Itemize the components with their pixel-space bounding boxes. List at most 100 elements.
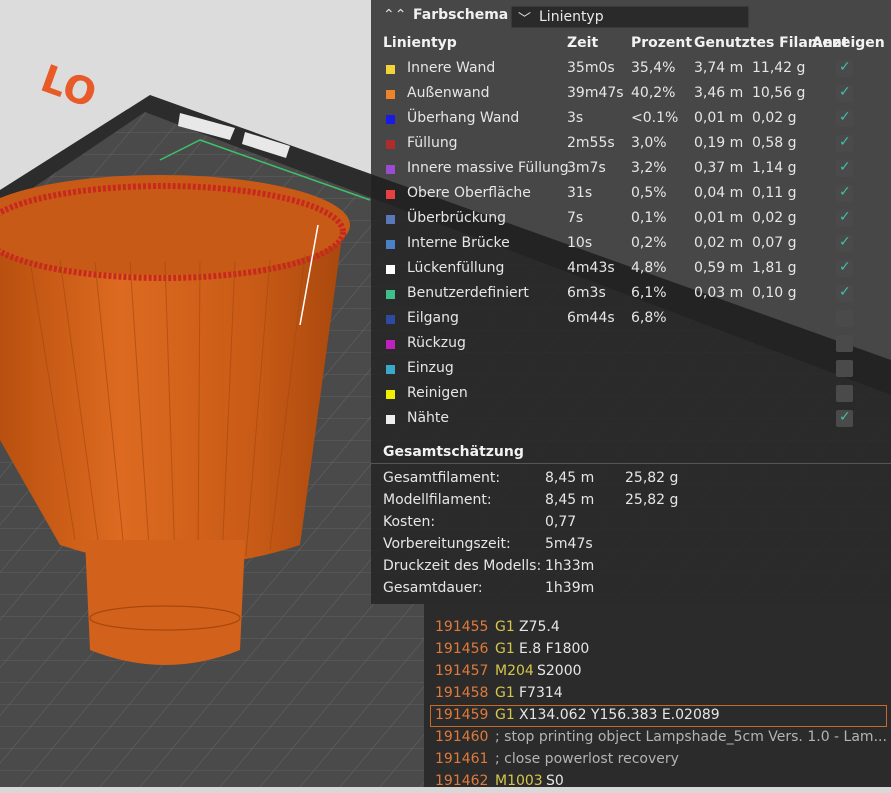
check-icon: ✓ (839, 184, 851, 200)
gcode-line[interactable]: 191456 G1 E.8 F1800 (424, 639, 891, 661)
line-number: 191460 (435, 729, 489, 745)
percent-value: 40,2% (631, 85, 676, 101)
summary-title: Gesamtschätzung (383, 444, 524, 460)
gcode-arguments: X134.062 Y156.383 E.02089 (519, 707, 720, 723)
gcode-viewer[interactable]: 191455 G1 Z75.4 191456 G1 E.8 F1800 191457 M204… (424, 604, 891, 789)
summary-row: Druckzeit des Modells: 1h33m (371, 558, 891, 580)
line-number: 191459 (435, 707, 489, 723)
filament-grams: 0,02 g (752, 210, 797, 226)
gcode-line-selected[interactable]: 191459 G1 X134.062 Y156.383 E.02089 (430, 705, 887, 727)
show-checkbox[interactable]: ✓ (836, 360, 853, 377)
gcode-command: M204 (495, 663, 534, 679)
summary-label: Kosten: (383, 514, 436, 530)
line-number: 191456 (435, 641, 489, 657)
line-number: 191461 (435, 751, 489, 767)
show-checkbox[interactable]: ✓ (836, 184, 853, 202)
gcode-command: G1 (495, 707, 515, 723)
legend-row: Reinigen ✓ (371, 382, 891, 407)
percent-value: 0,1% (631, 210, 667, 226)
filament-meters: 0,01 m (694, 210, 744, 226)
time-value: 2m55s (567, 135, 615, 151)
show-checkbox[interactable]: ✓ (836, 234, 853, 252)
legend-panel: ⌃⌃ Farbschema ﹀ Linientyp Linientyp Zeit… (371, 0, 891, 604)
gcode-line[interactable]: 191457 M204 S2000 (424, 661, 891, 683)
gcode-line[interactable]: 191462 M1003 S0 (424, 771, 891, 793)
line-type-name: Innere massive Füllung (407, 160, 569, 176)
line-type-name: Obere Oberfläche (407, 185, 531, 201)
summary-value: 1h39m (545, 580, 595, 596)
show-checkbox[interactable]: ✓ (836, 284, 853, 302)
check-icon: ✓ (839, 234, 851, 250)
gcode-arguments: ; close powerlost recovery (495, 751, 679, 767)
legend-row: Lückenfüllung 4m43s 4,8% 0,59 m 1,81 g ✓ (371, 257, 891, 282)
percent-value: 35,4% (631, 60, 676, 76)
filament-meters: 0,02 m (694, 235, 744, 251)
percent-value: 6,8% (631, 310, 667, 326)
show-checkbox[interactable]: ✓ (836, 335, 853, 352)
line-type-name: Rückzug (407, 335, 466, 351)
show-checkbox[interactable]: ✓ (836, 259, 853, 277)
filament-meters: 0,03 m (694, 285, 744, 301)
color-swatch (386, 215, 395, 224)
gcode-line[interactable]: 191460 ; stop printing object Lampshade_5… (424, 727, 891, 749)
gcode-command: G1 (495, 641, 515, 657)
filament-grams: 10,56 g (752, 85, 806, 101)
check-icon: ✓ (839, 59, 851, 75)
gcode-line[interactable]: 191461 ; close powerlost recovery (424, 749, 891, 771)
time-value: 3m7s (567, 160, 606, 176)
legend-row: Innere Wand 35m0s 35,4% 3,74 m 11,42 g ✓ (371, 57, 891, 82)
legend-row: Benutzerdefiniert 6m3s 6,1% 0,03 m 0,10 g ✓ (371, 282, 891, 307)
legend-title: Farbschema (413, 7, 509, 23)
line-type-name: Außenwand (407, 85, 490, 101)
color-swatch (386, 90, 395, 99)
summary-label: Gesamtdauer: (383, 580, 483, 596)
time-value: 3s (567, 110, 584, 126)
time-value: 35m0s (567, 60, 615, 76)
show-checkbox[interactable]: ✓ (836, 209, 853, 227)
show-checkbox[interactable]: ✓ (836, 385, 853, 402)
gcode-line[interactable]: 191458 G1 F7314 (424, 683, 891, 705)
show-checkbox[interactable]: ✓ (836, 109, 853, 127)
time-value: 39m47s (567, 85, 624, 101)
check-icon: ✓ (839, 109, 851, 125)
percent-value: 3,2% (631, 160, 667, 176)
column-header-show: Anzeigen (812, 35, 885, 51)
color-swatch (386, 240, 395, 249)
gcode-arguments: Z75.4 (519, 619, 560, 635)
percent-value: 3,0% (631, 135, 667, 151)
line-type-name: Innere Wand (407, 60, 496, 76)
line-number: 191458 (435, 685, 489, 701)
legend-row: Obere Oberfläche 31s 0,5% 0,04 m 0,11 g ✓ (371, 182, 891, 207)
line-type-name: Nähte (407, 410, 450, 426)
gcode-command: G1 (495, 685, 515, 701)
summary-label: Vorbereitungszeit: (383, 536, 511, 552)
filament-grams: 0,58 g (752, 135, 797, 151)
gcode-arguments: E.8 F1800 (519, 641, 590, 657)
summary-value: 8,45 m (545, 492, 595, 508)
filament-meters: 0,37 m (694, 160, 744, 176)
filament-grams: 0,10 g (752, 285, 797, 301)
show-checkbox[interactable]: ✓ (836, 59, 853, 77)
collapse-icon[interactable]: ⌃⌃ (383, 6, 406, 24)
show-checkbox[interactable]: ✓ (836, 159, 853, 177)
summary-value-secondary: 25,82 g (625, 470, 679, 486)
time-value: 6m44s (567, 310, 615, 326)
show-checkbox[interactable]: ✓ (836, 409, 853, 427)
filament-grams: 0,02 g (752, 110, 797, 126)
show-checkbox[interactable]: ✓ (836, 134, 853, 152)
show-checkbox[interactable]: ✓ (836, 310, 853, 327)
color-swatch (386, 340, 395, 349)
check-icon: ✓ (839, 409, 851, 425)
filament-grams: 0,07 g (752, 235, 797, 251)
check-icon: ✓ (839, 284, 851, 300)
color-swatch (386, 65, 395, 74)
gcode-line[interactable]: 191455 G1 Z75.4 (424, 617, 891, 639)
show-checkbox[interactable]: ✓ (836, 84, 853, 102)
color-scheme-dropdown[interactable]: ﹀ Linientyp (511, 6, 749, 28)
line-type-name: Einzug (407, 360, 454, 376)
legend-row: Füllung 2m55s 3,0% 0,19 m 0,58 g ✓ (371, 132, 891, 157)
filament-grams: 1,14 g (752, 160, 797, 176)
color-swatch (386, 115, 395, 124)
filament-meters: 0,04 m (694, 185, 744, 201)
percent-value: 6,1% (631, 285, 667, 301)
